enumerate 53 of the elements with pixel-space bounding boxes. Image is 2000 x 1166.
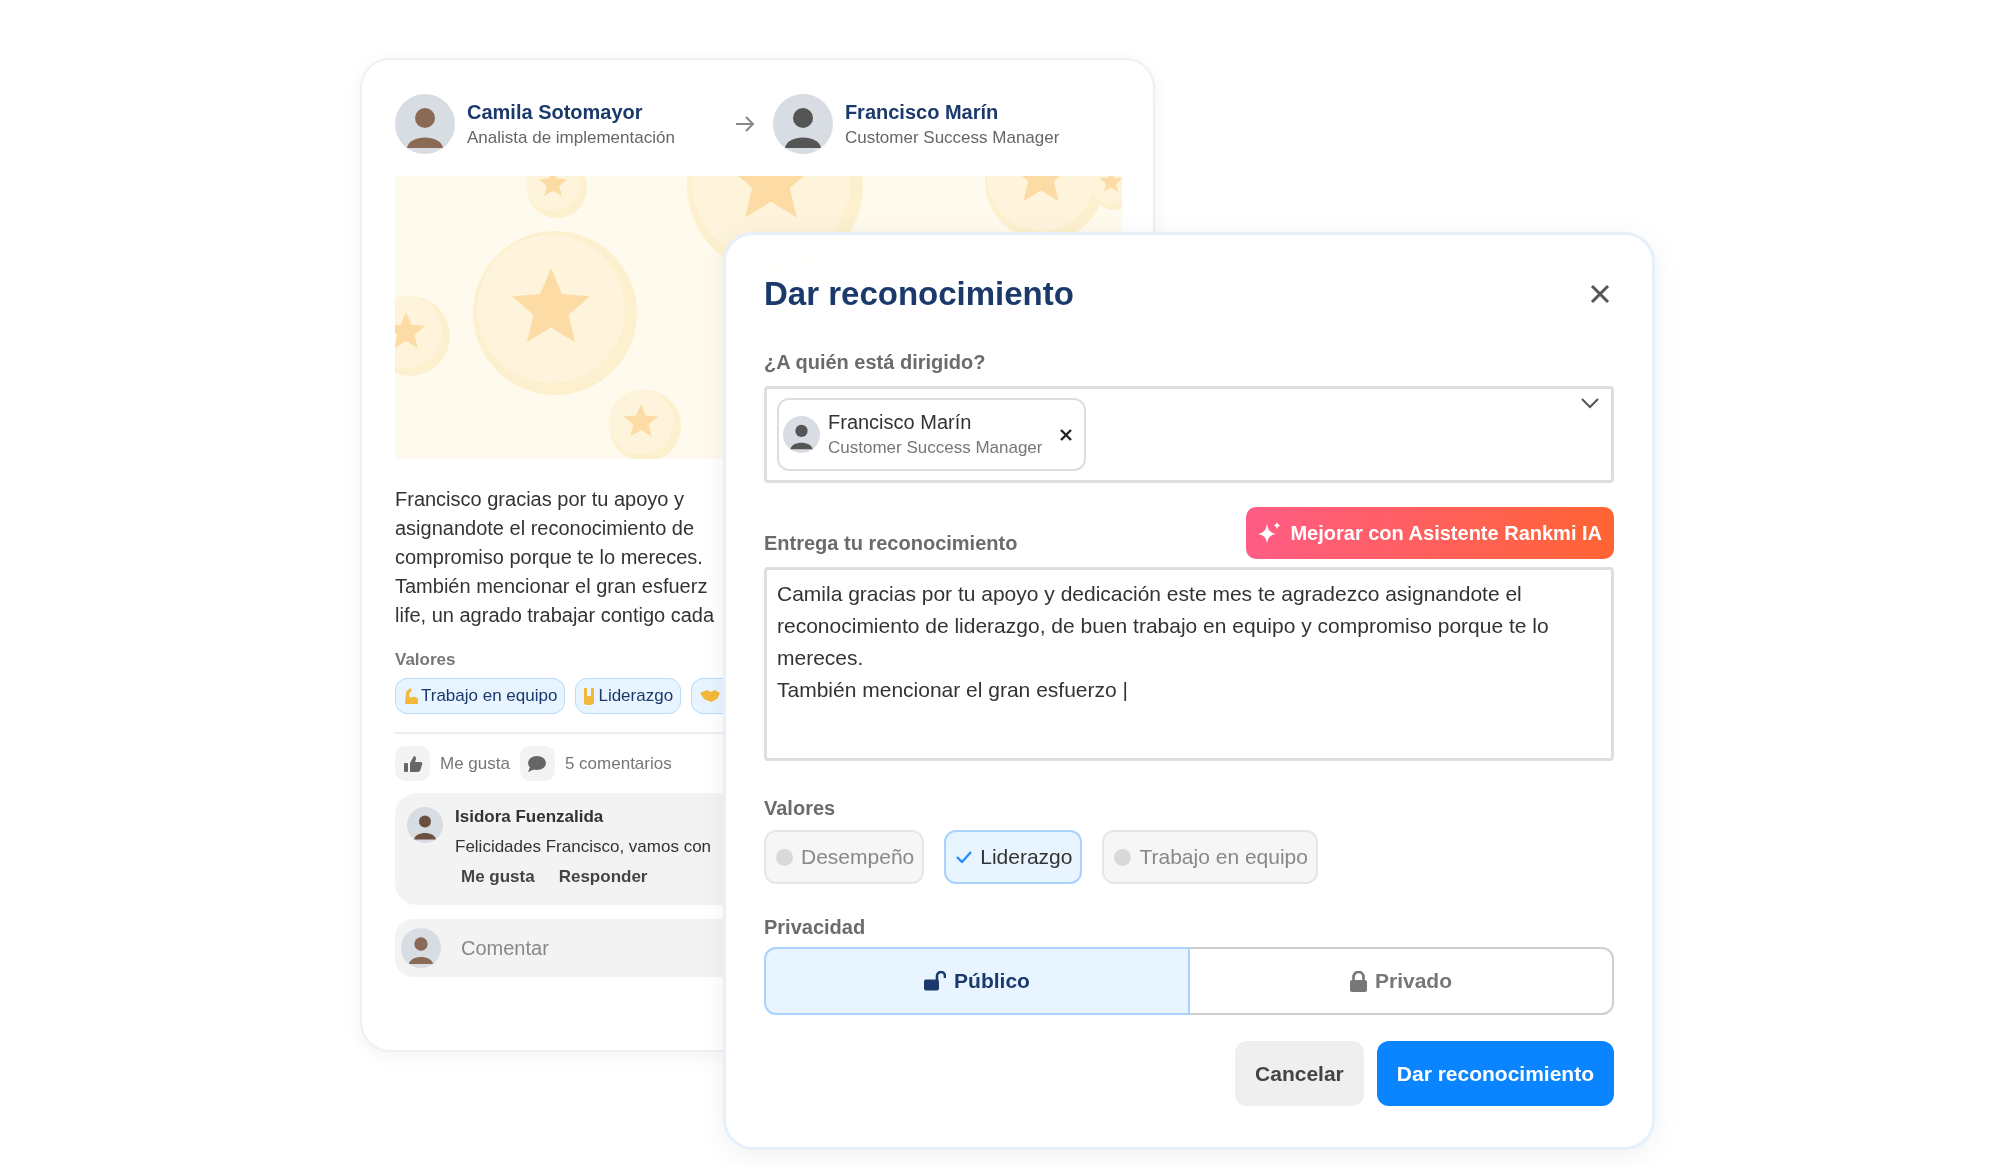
recipient-role: Customer Success Manager bbox=[844, 127, 1060, 148]
post-text-line: Francisco gracias por tu apoyo y bbox=[395, 487, 686, 512]
thumbs-up-icon bbox=[402, 754, 423, 773]
avatar bbox=[407, 807, 443, 843]
comment-action-link[interactable]: Responder bbox=[558, 867, 648, 887]
message-field[interactable]: Camila gracias por tu apoyo y dedicación este mes te agradezco asignandote el reconocimiento de liderazgo, de buen trabajo en equipo y compromiso porque te lo mereces. También mencionar el gran esfuerzo | bbox=[764, 567, 1614, 761]
unlocked-lock-icon bbox=[924, 971, 947, 991]
post-text-line: También mencionar el gran esfuerz bbox=[395, 574, 709, 599]
dialog-title: Dar reconocimiento bbox=[764, 275, 1074, 313]
avatar bbox=[395, 94, 455, 154]
author-name: Camila Sotomayor bbox=[467, 100, 644, 124]
comment-text: Felicidades Francisco, vamos con bbox=[455, 837, 712, 857]
comment-field[interactable]: Comentar bbox=[459, 935, 699, 961]
comments-button[interactable]: 5 comentarios bbox=[519, 746, 672, 781]
flexed-arm-icon bbox=[403, 686, 419, 706]
lock-icon bbox=[1350, 970, 1367, 992]
comment-action-link[interactable]: Me gusta bbox=[461, 867, 535, 887]
recipient-chip-role: Customer Success Manager bbox=[828, 438, 1043, 458]
privacy-option[interactable]: Público bbox=[764, 947, 1190, 1015]
comment-box[interactable]: Comentar bbox=[395, 919, 725, 977]
cancel-button[interactable]: Cancelar bbox=[1235, 1041, 1364, 1106]
author-role: Analista de implementación bbox=[467, 127, 675, 148]
value-tag: Trabajo en equipo bbox=[395, 678, 566, 714]
values-label: Valores bbox=[395, 650, 457, 670]
speech-bubble-icon bbox=[527, 754, 548, 773]
recipient-label: ¿A quién está dirigido? bbox=[764, 351, 987, 374]
value-tag: Liderazgo bbox=[575, 678, 682, 714]
submit-button[interactable]: Dar reconocimiento bbox=[1376, 1041, 1614, 1106]
recipient-name: Francisco Marín bbox=[844, 100, 1000, 124]
remove-button[interactable] bbox=[1058, 426, 1075, 443]
close-icon bbox=[1060, 428, 1073, 441]
avatar bbox=[783, 416, 820, 453]
radio-dot-icon bbox=[1114, 848, 1132, 866]
radio-dot-icon bbox=[776, 848, 793, 866]
handshake-icon bbox=[699, 688, 722, 704]
post-text-line: compromiso porque te lo mereces. bbox=[395, 545, 704, 570]
check-icon bbox=[956, 851, 973, 863]
privacy-label: Privacidad bbox=[764, 916, 867, 939]
arrow-right-icon bbox=[734, 116, 755, 132]
close-icon bbox=[1590, 284, 1610, 304]
avatar bbox=[772, 94, 833, 154]
chevron-down-icon bbox=[1581, 398, 1599, 409]
post-text-line: life, un agrado trabajar contigo cada bbox=[395, 603, 716, 628]
avatar bbox=[401, 928, 441, 968]
value-option[interactable]: Liderazgo bbox=[944, 830, 1083, 884]
recipient-chip-name: Francisco Marín bbox=[828, 411, 973, 434]
recipient-select[interactable]: Francisco Marín Customer Success Manager bbox=[764, 386, 1614, 483]
values-label: Valores bbox=[764, 797, 837, 820]
message-label: Entrega tu reconocimiento bbox=[764, 532, 1018, 555]
privacy-option[interactable]: Privado bbox=[1190, 947, 1614, 1015]
comment-author: Isidora Fuenzalida bbox=[455, 807, 605, 827]
post-text-line: asignandote el reconocimiento de bbox=[395, 516, 696, 541]
like-button[interactable]: Me gusta bbox=[395, 746, 510, 781]
